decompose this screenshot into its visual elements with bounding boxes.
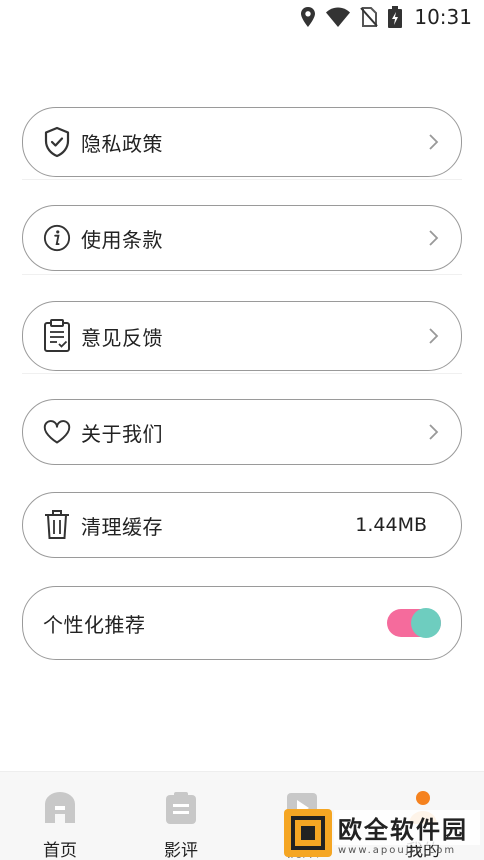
clipboard-check-icon: [43, 319, 71, 352]
wifi-icon: [326, 7, 351, 27]
chevron-right-icon: [429, 328, 439, 344]
chevron-right-icon: [429, 134, 439, 150]
review-icon: [166, 792, 196, 824]
tab-reviews[interactable]: 影评: [141, 790, 221, 860]
menu-item-about-us[interactable]: 关于我们: [22, 399, 462, 465]
divider: [22, 179, 462, 180]
chevron-right-icon: [429, 424, 439, 440]
personalized-recommendation-toggle[interactable]: [387, 608, 441, 638]
watermark-logo-icon: [284, 809, 332, 857]
shield-check-icon: [43, 126, 71, 158]
battery-charging-icon: [388, 6, 403, 28]
toggle-knob: [411, 608, 441, 638]
divider: [22, 274, 462, 275]
watermark-text: 欧全软件园 www.apoujin.com: [334, 810, 480, 856]
tab-label: 影评: [164, 841, 198, 860]
heart-icon: [43, 418, 71, 446]
location-icon: [301, 7, 316, 27]
divider: [22, 373, 462, 374]
menu-item-clear-cache[interactable]: 清理缓存 1.44MB: [22, 492, 462, 558]
menu-item-label: 个性化推荐: [43, 612, 146, 637]
no-sim-icon: [360, 7, 379, 27]
cache-size-value: 1.44MB: [355, 514, 427, 536]
tab-label: 首页: [43, 841, 77, 860]
chevron-right-icon: [429, 230, 439, 246]
watermark-url: www.apoujin.com: [338, 845, 457, 856]
menu-item-personalized-recommendation: 个性化推荐: [22, 586, 462, 660]
status-bar: 10:31: [0, 0, 484, 34]
status-time: 10:31: [414, 5, 472, 29]
tab-home[interactable]: 首页: [20, 790, 100, 860]
info-icon: [43, 224, 71, 252]
menu-item-label: 关于我们: [81, 421, 163, 446]
menu-item-label: 使用条款: [81, 227, 163, 252]
watermark-title: 欧全软件园: [334, 810, 480, 845]
home-icon: [45, 792, 75, 823]
trash-icon: [43, 510, 71, 539]
menu-item-label: 意见反馈: [81, 325, 163, 350]
site-watermark: 欧全软件园 www.apoujin.com: [284, 806, 480, 860]
menu-item-privacy-policy[interactable]: 隐私政策: [22, 107, 462, 177]
menu-item-label: 清理缓存: [81, 514, 163, 539]
menu-item-label: 隐私政策: [81, 131, 163, 156]
menu-item-feedback[interactable]: 意见反馈: [22, 301, 462, 371]
menu-item-terms-of-use[interactable]: 使用条款: [22, 205, 462, 271]
